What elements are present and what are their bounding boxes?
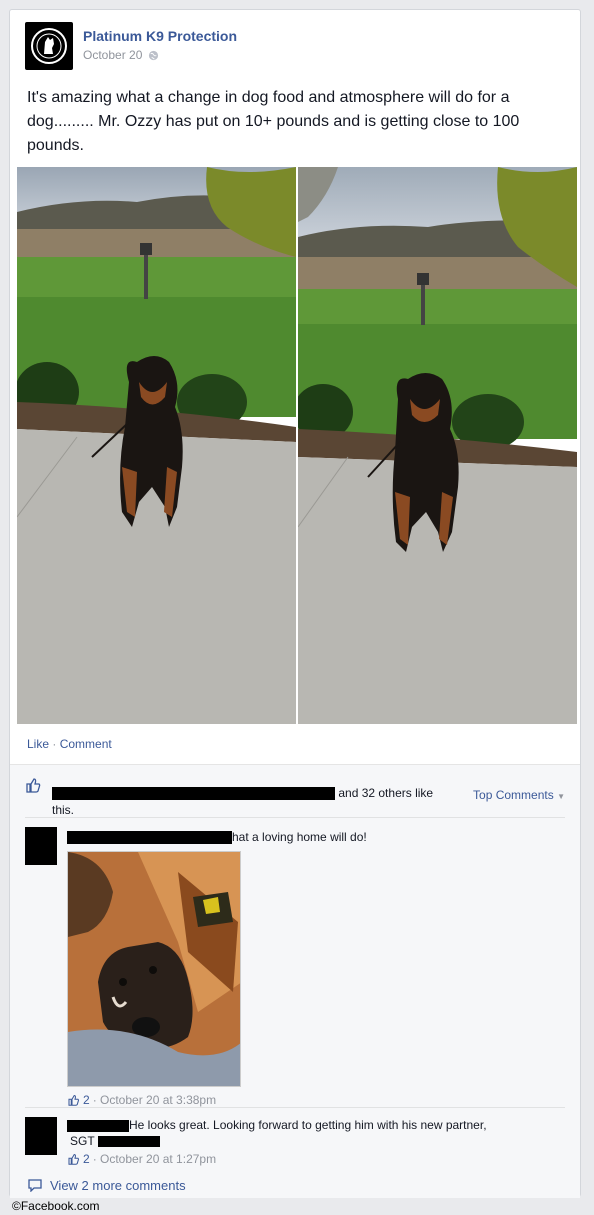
post-date-row: October 20: [83, 48, 159, 62]
comment-text-row-2: SGT: [70, 1133, 557, 1149]
caret-down-icon: ▼: [557, 792, 565, 801]
comment-link[interactable]: Comment: [60, 737, 112, 751]
thumbs-up-icon: [26, 778, 41, 793]
comment-meta: 2 · October 20 at 1:27pm: [67, 1151, 557, 1167]
commenter-avatar[interactable]: [25, 1117, 57, 1155]
copyright-text: ©Facebook.com: [12, 1199, 100, 1213]
post-actions: Like · Comment: [27, 737, 112, 751]
photo-dog-left[interactable]: [17, 167, 296, 724]
comment-meta: 2 · October 20 at 3:38pm: [67, 1093, 216, 1107]
comment-timestamp[interactable]: · October 20 at 3:38pm: [93, 1093, 216, 1107]
dog-photo-image: [298, 167, 577, 724]
comment-body: He looks great. Looking forward to getti…: [67, 1117, 557, 1167]
view-more-comments[interactable]: View 2 more comments: [28, 1178, 186, 1193]
photo-dog-right[interactable]: [298, 167, 577, 724]
comment-photo[interactable]: [67, 851, 241, 1087]
comment-like-count[interactable]: 2: [83, 1093, 90, 1107]
dog-photo-image: [68, 852, 240, 1086]
page-avatar[interactable]: [25, 22, 73, 70]
comment-text-row: hat a loving home will do!: [67, 829, 557, 845]
comment-2: He looks great. Looking forward to getti…: [25, 1117, 565, 1171]
comment-text-row: He looks great. Looking forward to getti…: [67, 1117, 557, 1133]
page-name-link[interactable]: Platinum K9 Protection: [83, 28, 237, 44]
thumbs-up-icon[interactable]: [67, 1153, 80, 1165]
globe-icon[interactable]: [148, 50, 159, 61]
divider: [25, 817, 565, 818]
top-comments-dropdown[interactable]: Top Comments ▼: [473, 788, 565, 802]
comment-text: hat a loving home will do!: [232, 830, 367, 844]
divider: [25, 1107, 565, 1108]
feedback-section: and 32 others like this. Top Comments ▼ …: [10, 764, 580, 1198]
comment-body: hat a loving home will do!: [67, 829, 557, 1087]
post-message: It's amazing what a change in dog food a…: [27, 89, 520, 154]
thumbs-up-icon[interactable]: [67, 1094, 80, 1106]
redacted-names: [52, 787, 335, 801]
likes-text: and 32 others like this.: [52, 785, 452, 819]
comment-timestamp[interactable]: · October 20 at 1:27pm: [93, 1151, 216, 1167]
redacted-name: [67, 1119, 129, 1132]
comment-like-count[interactable]: 2: [83, 1151, 90, 1167]
commenter-avatar[interactable]: [25, 827, 57, 865]
post-card: Platinum K9 Protection October 20 It's a…: [9, 9, 581, 1198]
dog-photo-image: [17, 167, 296, 724]
post-header: Platinum K9 Protection October 20: [25, 22, 425, 70]
comment-text: He looks great. Looking forward to getti…: [129, 1118, 487, 1132]
k9-logo-icon: [31, 28, 67, 64]
post-date[interactable]: October 20: [83, 48, 142, 62]
redacted-name: [67, 831, 232, 845]
view-more-label: View 2 more comments: [50, 1178, 186, 1193]
top-comments-label: Top Comments: [473, 788, 554, 802]
comment-1: hat a loving home will do! 2 · October 2…: [25, 827, 565, 1107]
action-separator: ·: [52, 737, 57, 751]
like-link[interactable]: Like: [27, 737, 49, 751]
redacted-name: [97, 1136, 160, 1148]
speech-bubble-icon: [28, 1179, 42, 1192]
comment-text-2: SGT: [70, 1134, 95, 1148]
